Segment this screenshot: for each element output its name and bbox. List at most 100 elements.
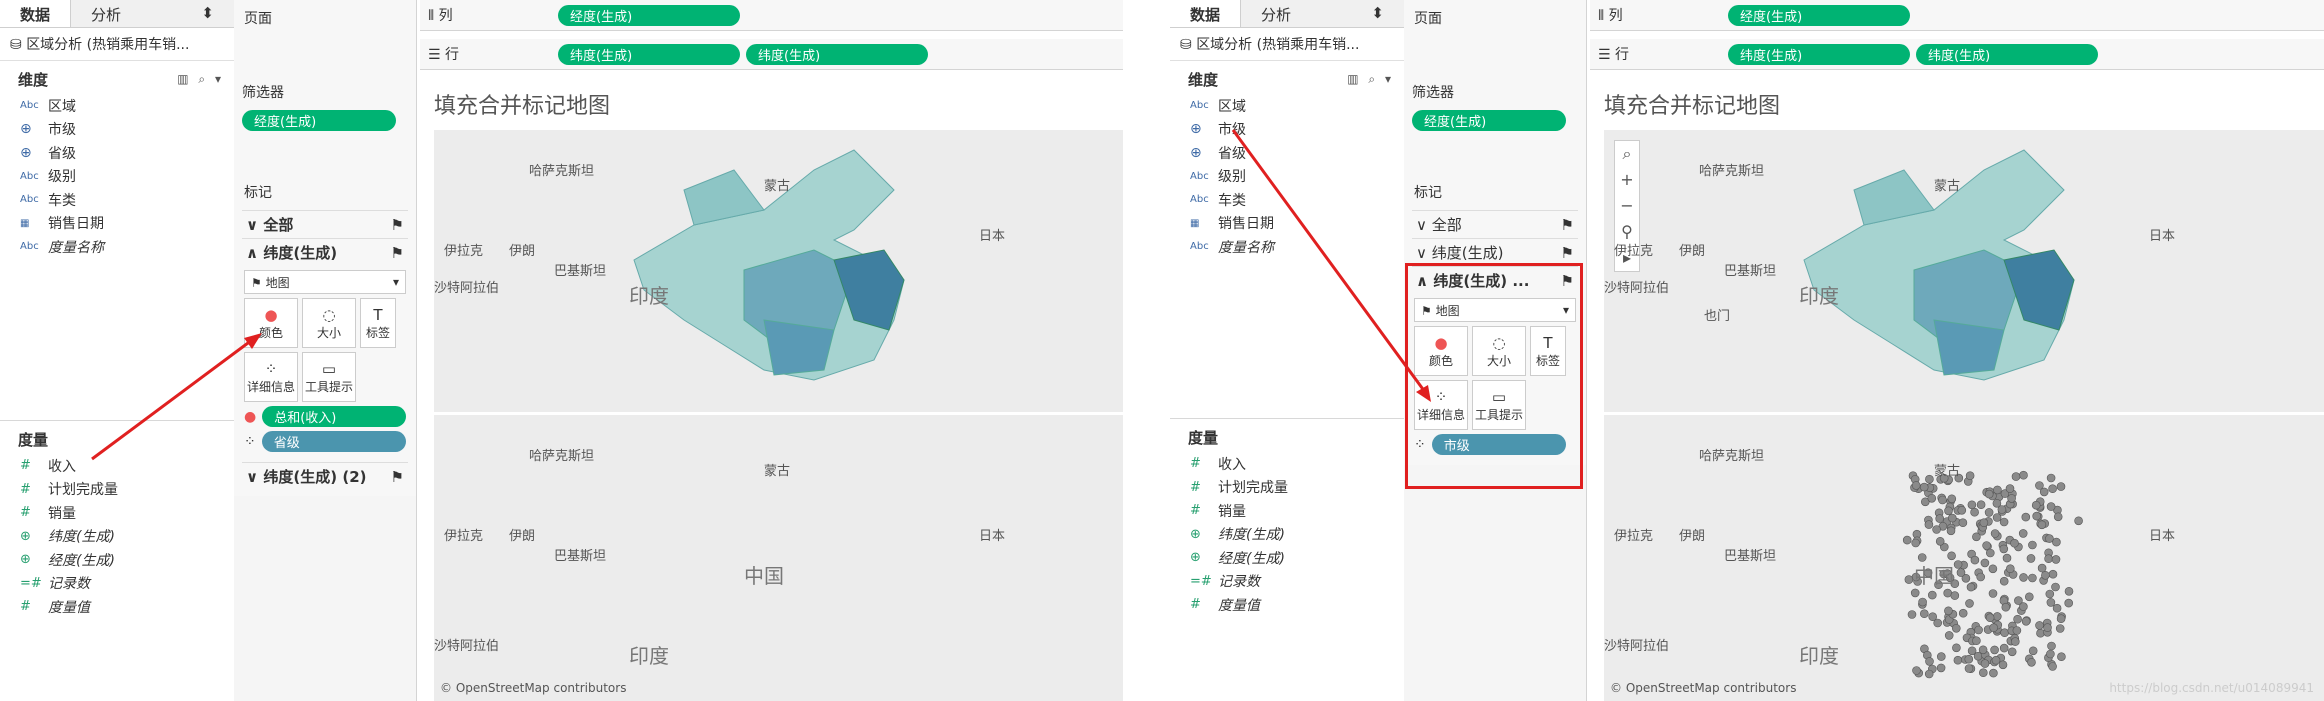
tab-analysis[interactable]: 分析 ⬍ [71,0,234,27]
zoom-out-icon[interactable]: − [1620,193,1633,219]
field-level[interactable]: Abc 级别 [1170,165,1404,189]
city-point[interactable] [2053,512,2063,522]
city-point[interactable] [2019,470,2028,480]
field-sales[interactable]: # 销量 [1170,499,1404,523]
tab-data[interactable]: 数据 [0,0,72,27]
city-point[interactable] [2010,637,2020,646]
city-point[interactable] [2074,516,2083,526]
city-point[interactable] [1958,518,1968,527]
city-point[interactable] [2005,484,2015,493]
field-longitude[interactable]: ⊕ 经度(生成) [0,548,234,572]
city-point[interactable] [2012,626,2022,635]
city-point[interactable] [2046,473,2056,483]
city-point[interactable] [1902,535,1912,545]
field-longitude[interactable]: ⊕ 经度(生成) [1170,546,1404,570]
city-point[interactable] [1978,668,1988,678]
city-point[interactable] [2037,563,2047,573]
map-top[interactable]: ⌕ + − ⚲ ▸ 哈萨克斯坦 蒙古 日本 伊拉克 伊朗 巴基斯坦 沙特阿拉伯 … [1604,130,2324,412]
city-point[interactable] [2024,592,2034,602]
city-point[interactable] [1910,588,1920,598]
field-region[interactable]: Abc 区域 [1170,94,1404,118]
city-point[interactable] [2056,482,2066,491]
datasource-item[interactable]: ⛁ 区域分析 (热销乘用车销... [0,28,234,61]
city-point[interactable] [2056,614,2066,623]
city-point[interactable] [2046,649,2055,659]
field-record-count[interactable]: =# 记录数 [0,572,234,596]
rows-pill[interactable]: 纬度(生成) [746,43,928,65]
city-point[interactable] [2010,538,2019,548]
city-point[interactable] [2039,487,2049,497]
tab-analysis[interactable]: 分析 ⬍ [1241,0,1404,27]
city-point[interactable] [1970,507,1979,517]
city-point[interactable] [2027,658,2036,667]
city-point[interactable] [2007,494,2016,503]
city-point[interactable] [1950,591,1960,600]
city-point[interactable] [1956,568,1966,577]
city-point[interactable] [1965,471,1975,481]
color-button[interactable]: ● 颜色 [244,298,298,348]
city-point[interactable] [1989,668,1998,678]
city-point[interactable] [1935,514,1945,523]
columns-pill[interactable]: 经度(生成) [1728,4,1910,26]
city-point[interactable] [1946,526,1956,536]
city-point[interactable] [1919,482,1929,492]
field-measure-names[interactable]: Abc 度量名称 [0,235,234,259]
city-point[interactable] [2018,529,2028,538]
layer-latitude[interactable]: ∧ 纬度(生成) ⚑ [242,238,408,266]
rows-shelf[interactable]: ☰ 行 纬度(生成) 纬度(生成) [420,39,1123,70]
city-point[interactable] [2019,573,2028,582]
field-measure-values[interactable]: # 度量值 [1170,593,1404,617]
city-point[interactable] [1957,506,1967,515]
view-controls[interactable]: ▥ ⌕ ▾ [1347,72,1394,87]
filter-pill[interactable]: 经度(生成) [242,110,396,131]
encoding-detail[interactable]: ⁘ 省级 [244,431,406,452]
field-plan[interactable]: # 计划完成量 [0,478,234,502]
city-point[interactable] [1985,613,1995,622]
rows-shelf[interactable]: ☰ 行 纬度(生成) 纬度(生成) [1590,39,2324,70]
encoding-pill[interactable]: 省级 [261,431,406,452]
city-point[interactable] [1999,643,2009,653]
city-point[interactable] [2028,573,2037,583]
detail-button[interactable]: ⁘ 详细信息 [244,352,298,402]
city-point[interactable] [1980,659,1990,668]
city-point[interactable] [2057,652,2066,661]
city-point[interactable] [2032,511,2042,521]
city-point[interactable] [1927,494,1937,503]
columns-shelf[interactable]: ⦀ 列 经度(生成) [1590,0,2324,31]
city-point[interactable] [1932,525,1941,534]
field-province[interactable]: ⊕ 省级 [0,141,234,165]
city-point[interactable] [2031,500,2041,510]
city-point[interactable] [1979,518,1989,527]
city-point[interactable] [1943,588,1953,598]
city-point[interactable] [1944,606,1953,616]
city-point[interactable] [1912,666,1921,675]
layer-latitude[interactable]: ∨ 纬度(生成) ⚑ [1412,238,1578,266]
field-plan[interactable]: # 计划完成量 [1170,476,1404,500]
city-point[interactable] [1988,589,1998,598]
city-point[interactable] [2045,534,2054,543]
city-point[interactable] [2002,553,2012,563]
columns-shelf[interactable]: ⦀ 列 经度(生成) [420,0,1123,31]
field-latitude[interactable]: ⊕ 纬度(生成) [1170,523,1404,547]
city-point[interactable] [1967,500,1977,510]
map-top[interactable]: 哈萨克斯坦 蒙古 日本 伊拉克 伊朗 巴基斯坦 沙特阿拉伯 印度 [434,130,1123,412]
city-point[interactable] [2055,624,2065,633]
city-point[interactable] [2035,621,2044,630]
field-sales[interactable]: # 销量 [0,501,234,525]
city-point[interactable] [1904,575,1914,584]
city-point[interactable] [2046,502,2056,511]
city-point[interactable] [1999,544,2009,554]
city-point[interactable] [2021,617,2031,626]
columns-pill[interactable]: 经度(生成) [558,4,740,26]
city-point[interactable] [2051,582,2060,592]
city-point[interactable] [1974,625,1983,635]
city-point[interactable] [2005,564,2015,573]
city-point[interactable] [1988,564,1998,574]
city-point[interactable] [1978,645,1988,655]
city-point[interactable] [2026,554,2036,563]
city-point[interactable] [2037,520,2047,530]
city-point[interactable] [1958,608,1968,618]
field-latitude[interactable]: ⊕ 纬度(生成) [0,525,234,549]
city-point[interactable] [2028,646,2038,656]
field-record-count[interactable]: =# 记录数 [1170,570,1404,594]
